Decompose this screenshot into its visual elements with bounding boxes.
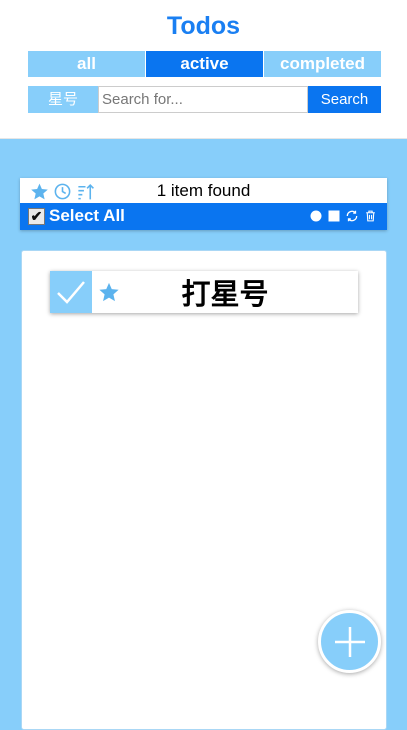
bulk-actions <box>309 208 377 224</box>
filter-tabs: all active completed <box>28 51 381 77</box>
filter-active[interactable]: active <box>146 51 264 77</box>
checkbox-checked[interactable]: ✔ <box>28 207 45 225</box>
plus-icon <box>334 626 365 657</box>
search-button[interactable]: Search <box>308 86 381 113</box>
toolbar-bottom-row: ✔ Select All <box>20 203 387 230</box>
square-icon[interactable] <box>327 208 341 224</box>
filter-completed[interactable]: completed <box>264 51 381 77</box>
refresh-icon[interactable] <box>345 208 359 224</box>
select-all-label: Select All <box>49 206 125 225</box>
result-count: 1 item found <box>156 181 251 200</box>
list-toolbar: 1 item found ✔ Select All <box>20 178 387 230</box>
app-title: Todos <box>166 12 241 40</box>
check-icon <box>57 281 85 304</box>
add-todo-button[interactable] <box>318 610 381 673</box>
todo-star-button[interactable] <box>92 281 126 303</box>
star-icon <box>99 282 119 302</box>
list-item[interactable]: 打星号 <box>50 271 358 313</box>
todo-text: 打星号 <box>181 279 269 311</box>
header: Todos all active completed 星号 Search <box>0 0 407 139</box>
circle-icon[interactable] <box>309 208 323 224</box>
search-field-label: 星号 <box>28 86 98 113</box>
search-bar: 星号 Search <box>28 86 381 113</box>
trash-icon[interactable] <box>363 208 377 224</box>
complete-toggle[interactable] <box>50 271 92 313</box>
search-input[interactable] <box>98 86 308 113</box>
toolbar-top-row: 1 item found <box>20 178 387 203</box>
filter-all[interactable]: all <box>28 51 146 77</box>
select-all-checkbox[interactable]: ✔ Select All <box>28 206 125 226</box>
